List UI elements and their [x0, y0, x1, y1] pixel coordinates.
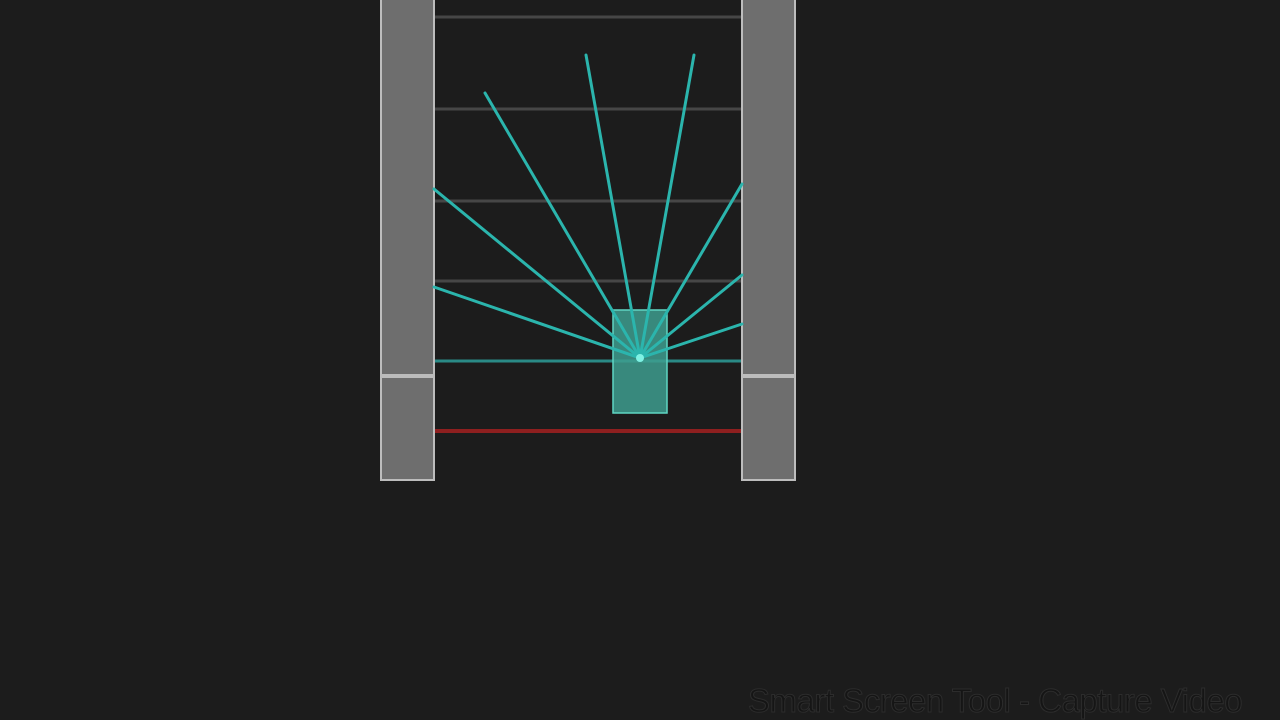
right-wall-lower — [741, 374, 796, 481]
game-scene — [0, 0, 1280, 720]
ray-origin — [636, 354, 644, 362]
right-wall — [741, 0, 796, 481]
left-wall-upper — [380, 0, 435, 376]
left-wall-lower — [380, 374, 435, 481]
left-wall — [380, 0, 435, 481]
right-wall-upper — [741, 0, 796, 376]
watermark-text: Smart Screen Tool - Capture Video — [747, 682, 1243, 720]
